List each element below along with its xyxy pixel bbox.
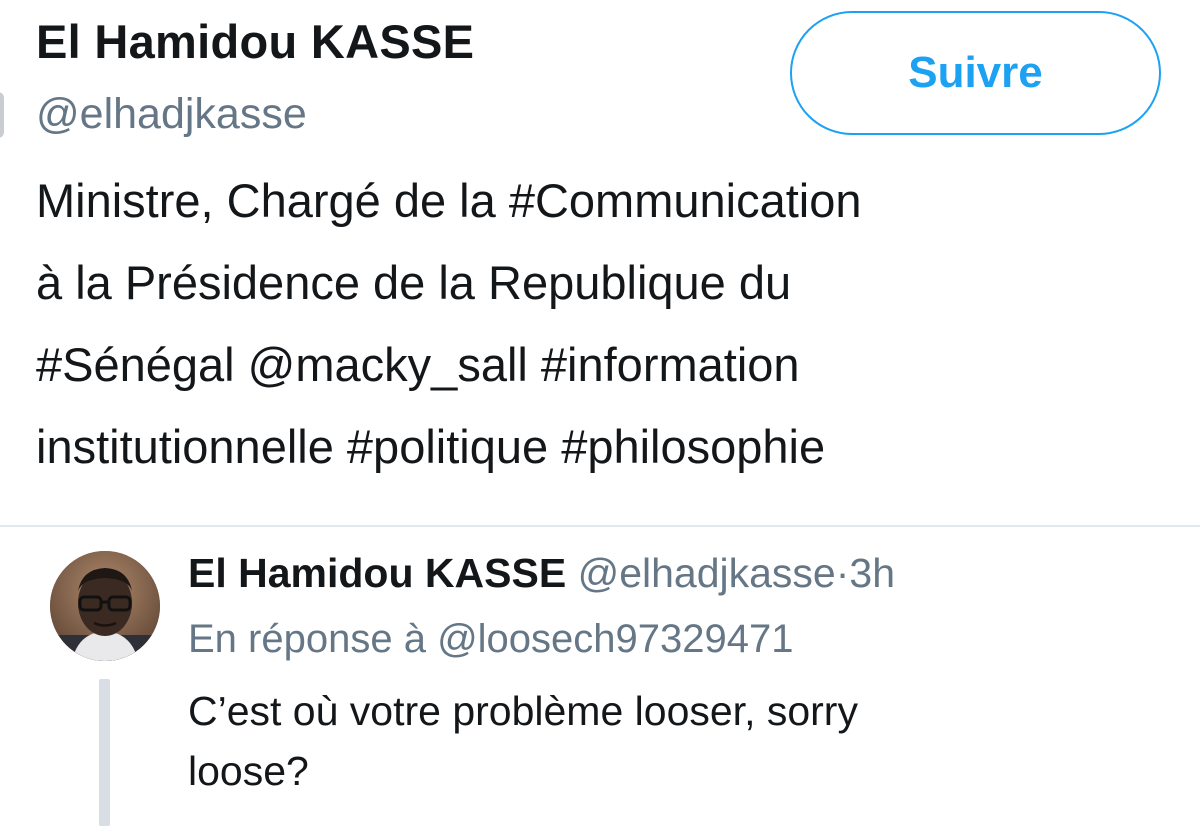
bio-line: institutionnelle #politique #philosophie xyxy=(36,420,826,473)
tweet-text: C’est où votre problème looser, sorry lo… xyxy=(188,681,1168,801)
profile-bio: Ministre, Chargé de la #Communication à … xyxy=(36,160,1186,488)
avatar[interactable] xyxy=(50,551,160,661)
profile-header: El Hamidou KASSE @elhadjkasse Suivre Min… xyxy=(0,0,1200,526)
bio-line: à la Présidence de la Republique du xyxy=(36,256,792,309)
tweet-timestamp[interactable]: 3h xyxy=(849,550,895,596)
tweet-author-handle[interactable]: @elhadjkasse xyxy=(578,550,836,596)
follow-button[interactable]: Suivre xyxy=(790,11,1161,135)
tweet-separator: · xyxy=(835,550,850,596)
tweet-author-name[interactable]: El Hamidou KASSE xyxy=(188,550,566,596)
tweet-item[interactable]: El Hamidou KASSE @elhadjkasse·3h En répo… xyxy=(0,527,1200,826)
reply-context[interactable]: En réponse à @loosech97329471 xyxy=(188,613,794,665)
bio-line: Ministre, Chargé de la #Communication xyxy=(36,174,862,227)
avatar-photo-icon xyxy=(50,551,160,661)
thread-line xyxy=(99,679,110,826)
edge-avatar-sliver xyxy=(0,92,4,138)
tweet-text-line: C’est où votre problème looser, sorry xyxy=(188,688,858,734)
profile-handle[interactable]: @elhadjkasse xyxy=(36,86,307,142)
profile-display-name: El Hamidou KASSE xyxy=(36,15,475,68)
tweet-text-line: loose? xyxy=(188,748,309,794)
bio-line: #Sénégal @macky_sall #information xyxy=(36,338,800,391)
tweet-header: El Hamidou KASSE @elhadjkasse·3h xyxy=(188,547,895,599)
